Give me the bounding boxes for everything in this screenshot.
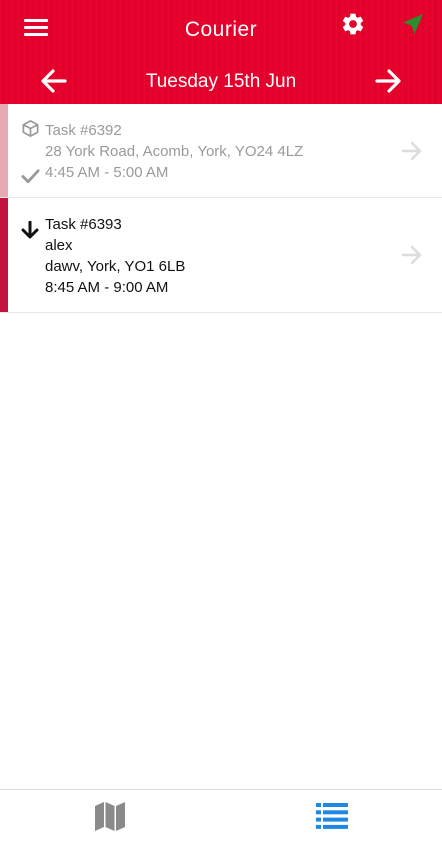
task-open-arrow[interactable] [400,140,424,162]
task-open-arrow[interactable] [400,244,424,266]
task-address: dawv, York, YO1 6LB [45,258,186,275]
map-icon [95,802,125,831]
navigation-icon [403,14,423,34]
task-item[interactable]: Task #6393 alex dawv, York, YO1 6LB 8:45… [0,198,442,313]
arrow-right-icon [401,245,422,265]
next-day-button[interactable] [374,68,402,94]
task-status-stripe [0,104,8,197]
task-item[interactable]: Task #6392 28 York Road, Acomb, York, YO… [0,104,442,198]
map-view-button[interactable] [94,800,126,832]
task-customer-name: alex [45,237,73,254]
task-time: 4:45 AM - 5:00 AM [45,164,169,181]
task-number: Task #6392 [45,122,122,139]
navigation-button[interactable] [401,12,427,38]
task-details: Task #6392 28 York Road, Acomb, York, YO… [45,120,303,183]
task-address: 28 York Road, Acomb, York, YO24 4LZ [45,143,304,160]
check-icon [21,169,40,184]
settings-button[interactable] [340,11,366,37]
task-status-stripe [0,198,8,312]
task-number: Task #6393 [45,216,122,233]
arrow-down-icon [21,220,39,239]
arrow-right-icon [401,141,422,161]
list-view-button[interactable] [316,802,348,830]
app-header: Courier Tuesday 15th Jun [0,0,442,104]
list-icon [316,803,348,829]
task-list: Task #6392 28 York Road, Acomb, York, YO… [0,104,442,313]
task-time: 8:45 AM - 9:00 AM [45,279,169,296]
app-title: Courier [184,18,258,41]
bottom-navigation [0,789,442,841]
box-icon [22,120,39,137]
task-details: Task #6393 alex dawv, York, YO1 6LB 8:45… [45,214,185,298]
arrow-right-icon [375,69,401,93]
gear-icon [342,13,364,35]
